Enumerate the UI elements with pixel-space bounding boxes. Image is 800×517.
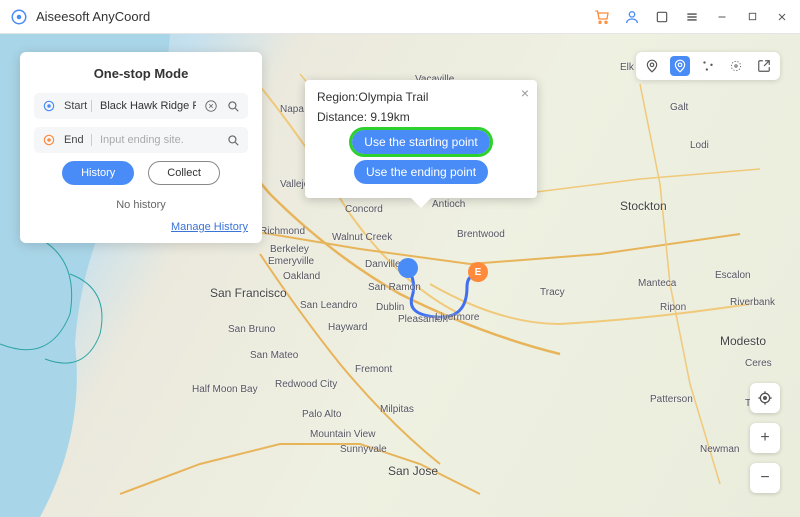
city-label: Ripon — [660, 302, 686, 313]
mode-onestop-icon[interactable] — [670, 56, 690, 76]
city-label: Modesto — [720, 334, 766, 348]
city-label: Escalon — [715, 270, 751, 281]
city-label: Manteca — [638, 278, 676, 289]
end-input[interactable]: Input ending site. — [100, 134, 218, 146]
start-label: Start — [64, 100, 92, 112]
city-label: Half Moon Bay — [192, 384, 258, 395]
start-marker[interactable] — [398, 258, 418, 278]
city-label: Mountain View — [310, 429, 375, 440]
city-label: Richmond — [260, 226, 305, 237]
city-label: Oakland — [283, 271, 320, 282]
zoom-controls: + − — [750, 383, 780, 493]
city-label: San Mateo — [250, 350, 298, 361]
mode-joystick-icon[interactable] — [726, 56, 746, 76]
start-input[interactable]: Black Hawk Ridge Roa — [100, 100, 196, 112]
app-logo-icon — [10, 8, 28, 26]
mode-teleport-icon[interactable] — [642, 56, 662, 76]
feedback-icon[interactable] — [654, 9, 670, 25]
city-label: Sunnyvale — [340, 444, 387, 455]
city-label: Patterson — [650, 394, 693, 405]
popup-close-icon[interactable]: × — [521, 86, 529, 100]
mode-toolbar — [636, 52, 780, 80]
zoom-in-button[interactable]: + — [750, 423, 780, 453]
end-pin-icon — [42, 133, 56, 147]
city-label: Galt — [670, 102, 688, 113]
city-label: Walnut Creek — [332, 232, 392, 243]
city-label: San Leandro — [300, 300, 357, 311]
city-label: Ceres — [745, 358, 772, 369]
end-marker[interactable]: E — [468, 262, 488, 282]
city-label: Napa — [280, 104, 304, 115]
city-label: Tracy — [540, 287, 565, 298]
panel-title: One-stop Mode — [34, 66, 248, 81]
route-panel: One-stop Mode Start Black Hawk Ridge Roa… — [20, 52, 262, 243]
city-label: Hayward — [328, 322, 367, 333]
manage-history-link[interactable]: Manage History — [34, 221, 248, 233]
city-label: Brentwood — [457, 229, 505, 240]
city-label: Dublin — [376, 302, 404, 313]
start-pin-icon — [42, 99, 56, 113]
menu-icon[interactable] — [684, 9, 700, 25]
history-button[interactable]: History — [62, 161, 134, 185]
end-label: End — [64, 134, 92, 146]
titlebar: Aiseesoft AnyCoord — [0, 0, 800, 34]
clear-start-icon[interactable] — [204, 99, 218, 113]
city-label: San Ramon — [368, 282, 421, 293]
mode-export-icon[interactable] — [754, 56, 774, 76]
city-label: Livermore — [435, 312, 479, 323]
zoom-out-button[interactable]: − — [750, 463, 780, 493]
city-label: Redwood City — [275, 379, 337, 390]
use-ending-point-button[interactable]: Use the ending point — [354, 160, 488, 184]
city-label: Riverbank — [730, 297, 775, 308]
user-icon[interactable] — [624, 9, 640, 25]
city-label: Stockton — [620, 199, 667, 213]
city-label: Fremont — [355, 364, 392, 375]
end-input-row: End Input ending site. — [34, 127, 248, 153]
city-label: Antioch — [432, 199, 465, 210]
locate-button[interactable] — [750, 383, 780, 413]
popup-region: Region:Olympia Trail — [317, 90, 525, 104]
city-label: Newman — [700, 444, 739, 455]
popup-distance: Distance: 9.19km — [317, 110, 525, 124]
use-starting-point-button[interactable]: Use the starting point — [352, 130, 489, 154]
city-label: Palo Alto — [302, 409, 341, 420]
minimize-icon[interactable] — [714, 9, 730, 25]
city-label: San Bruno — [228, 324, 275, 335]
city-label: San Jose — [388, 464, 438, 478]
search-end-icon[interactable] — [226, 133, 240, 147]
city-label: Berkeley — [270, 244, 309, 255]
region-popup: × Region:Olympia Trail Distance: 9.19km … — [305, 80, 537, 198]
close-icon[interactable] — [774, 9, 790, 25]
city-label: Lodi — [690, 140, 709, 151]
city-label: Milpitas — [380, 404, 414, 415]
start-input-row: Start Black Hawk Ridge Roa — [34, 93, 248, 119]
collect-button[interactable]: Collect — [148, 161, 220, 185]
maximize-icon[interactable] — [744, 9, 760, 25]
city-label: Emeryville — [268, 256, 314, 267]
cart-icon[interactable] — [594, 9, 610, 25]
no-history-text: No history — [34, 199, 248, 211]
city-label: Danville — [365, 259, 401, 270]
city-label: Concord — [345, 204, 383, 215]
city-label: San Francisco — [210, 286, 287, 300]
search-start-icon[interactable] — [226, 99, 240, 113]
mode-multistop-icon[interactable] — [698, 56, 718, 76]
app-title: Aiseesoft AnyCoord — [36, 9, 594, 24]
